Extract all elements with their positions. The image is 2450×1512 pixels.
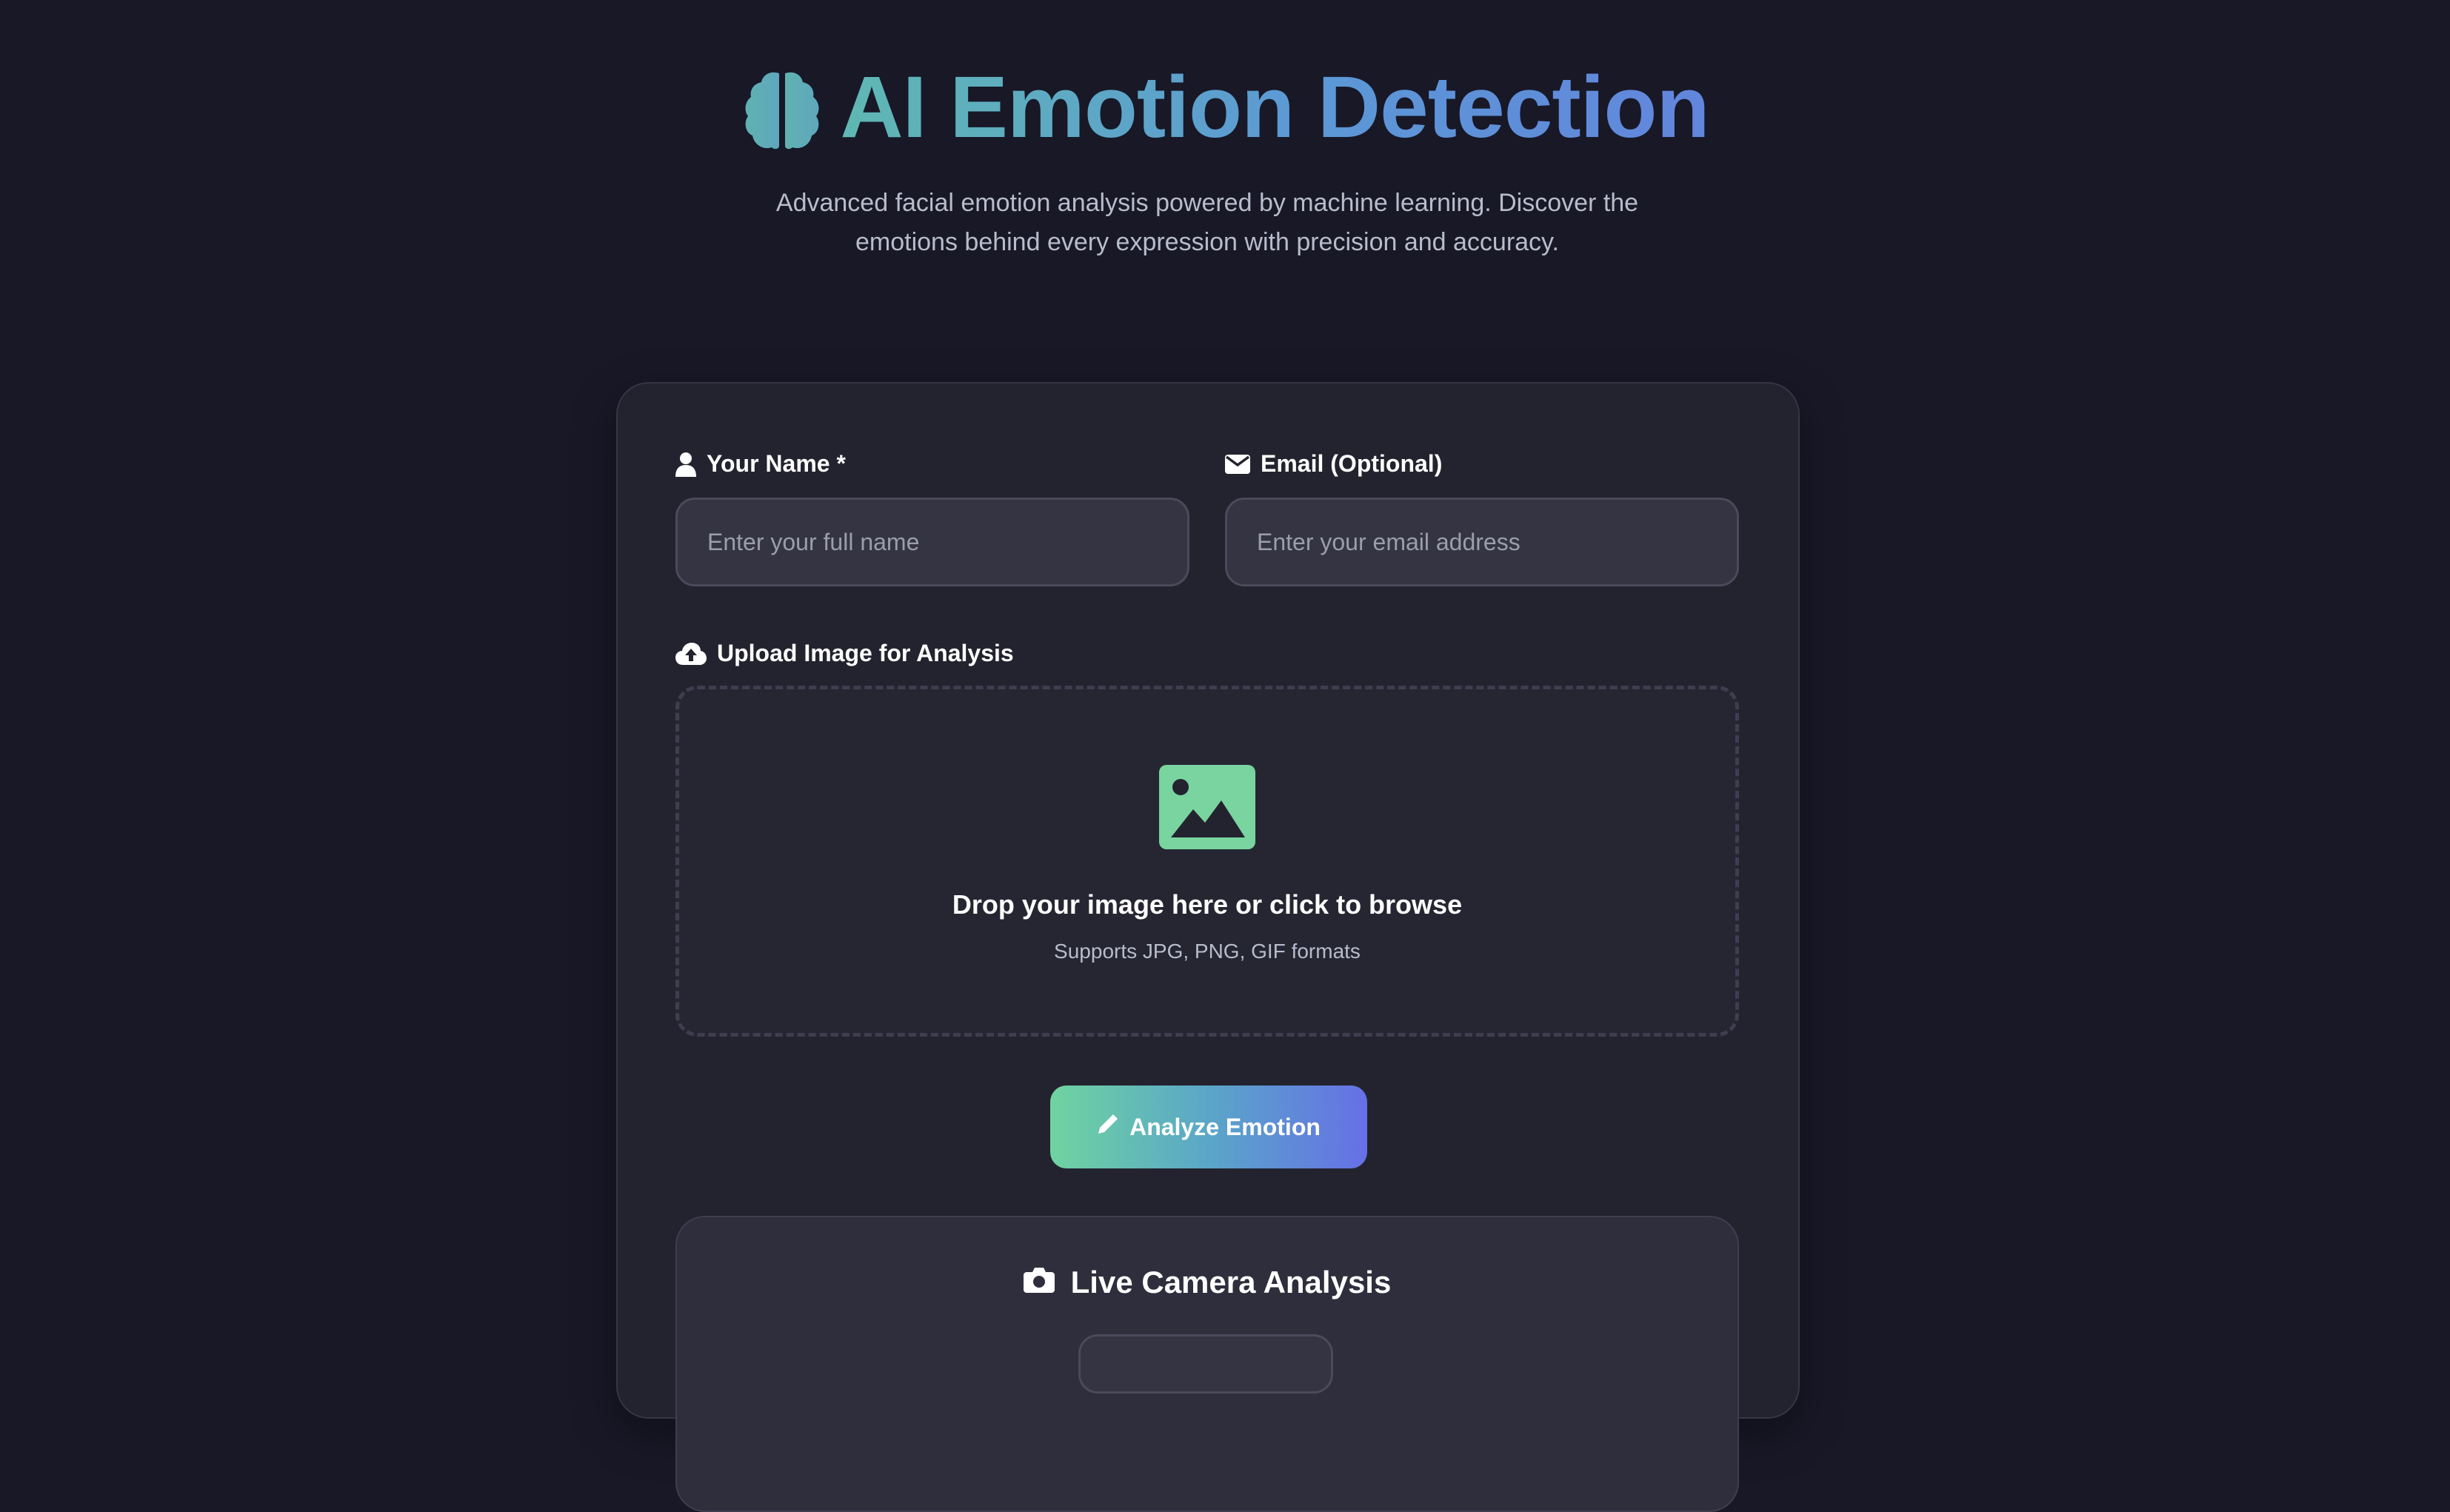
upload-label: Upload Image for Analysis xyxy=(675,640,1014,667)
pencil-icon xyxy=(1097,1113,1119,1141)
camera-title-row: Live Camera Analysis xyxy=(677,1265,1738,1300)
dropzone-subtitle: Supports JPG, PNG, GIF formats xyxy=(1054,940,1361,963)
dropzone-title: Drop your image here or click to browse xyxy=(952,889,1463,920)
image-dropzone[interactable]: Drop your image here or click to browse … xyxy=(675,686,1739,1037)
camera-icon xyxy=(1023,1265,1055,1300)
upload-label-text: Upload Image for Analysis xyxy=(717,640,1014,666)
analyze-emotion-button[interactable]: Analyze Emotion xyxy=(1050,1086,1367,1168)
email-label: Email (Optional) xyxy=(1225,450,1442,478)
email-label-text: Email (Optional) xyxy=(1261,450,1443,477)
camera-start-button[interactable] xyxy=(1078,1334,1333,1394)
title-row: AI Emotion Detection xyxy=(0,64,2450,157)
email-input[interactable] xyxy=(1225,498,1739,586)
page-subtitle: Advanced facial emotion analysis powered… xyxy=(775,189,1639,256)
camera-panel: Live Camera Analysis xyxy=(675,1216,1739,1512)
analyze-button-label: Analyze Emotion xyxy=(1129,1113,1321,1140)
cloud-upload-icon xyxy=(675,642,707,665)
analysis-card: Your Name * Email (Optional) Upload Imag… xyxy=(616,382,1800,1512)
camera-title: Live Camera Analysis xyxy=(1070,1265,1392,1299)
image-icon xyxy=(1159,765,1255,853)
user-icon xyxy=(675,452,696,477)
name-label-text: Your Name * xyxy=(707,450,846,477)
brain-icon xyxy=(741,69,824,152)
name-label: Your Name * xyxy=(675,450,846,478)
page-title: AI Emotion Detection xyxy=(840,58,1709,156)
name-input[interactable] xyxy=(675,498,1189,586)
envelope-icon xyxy=(1225,454,1250,474)
